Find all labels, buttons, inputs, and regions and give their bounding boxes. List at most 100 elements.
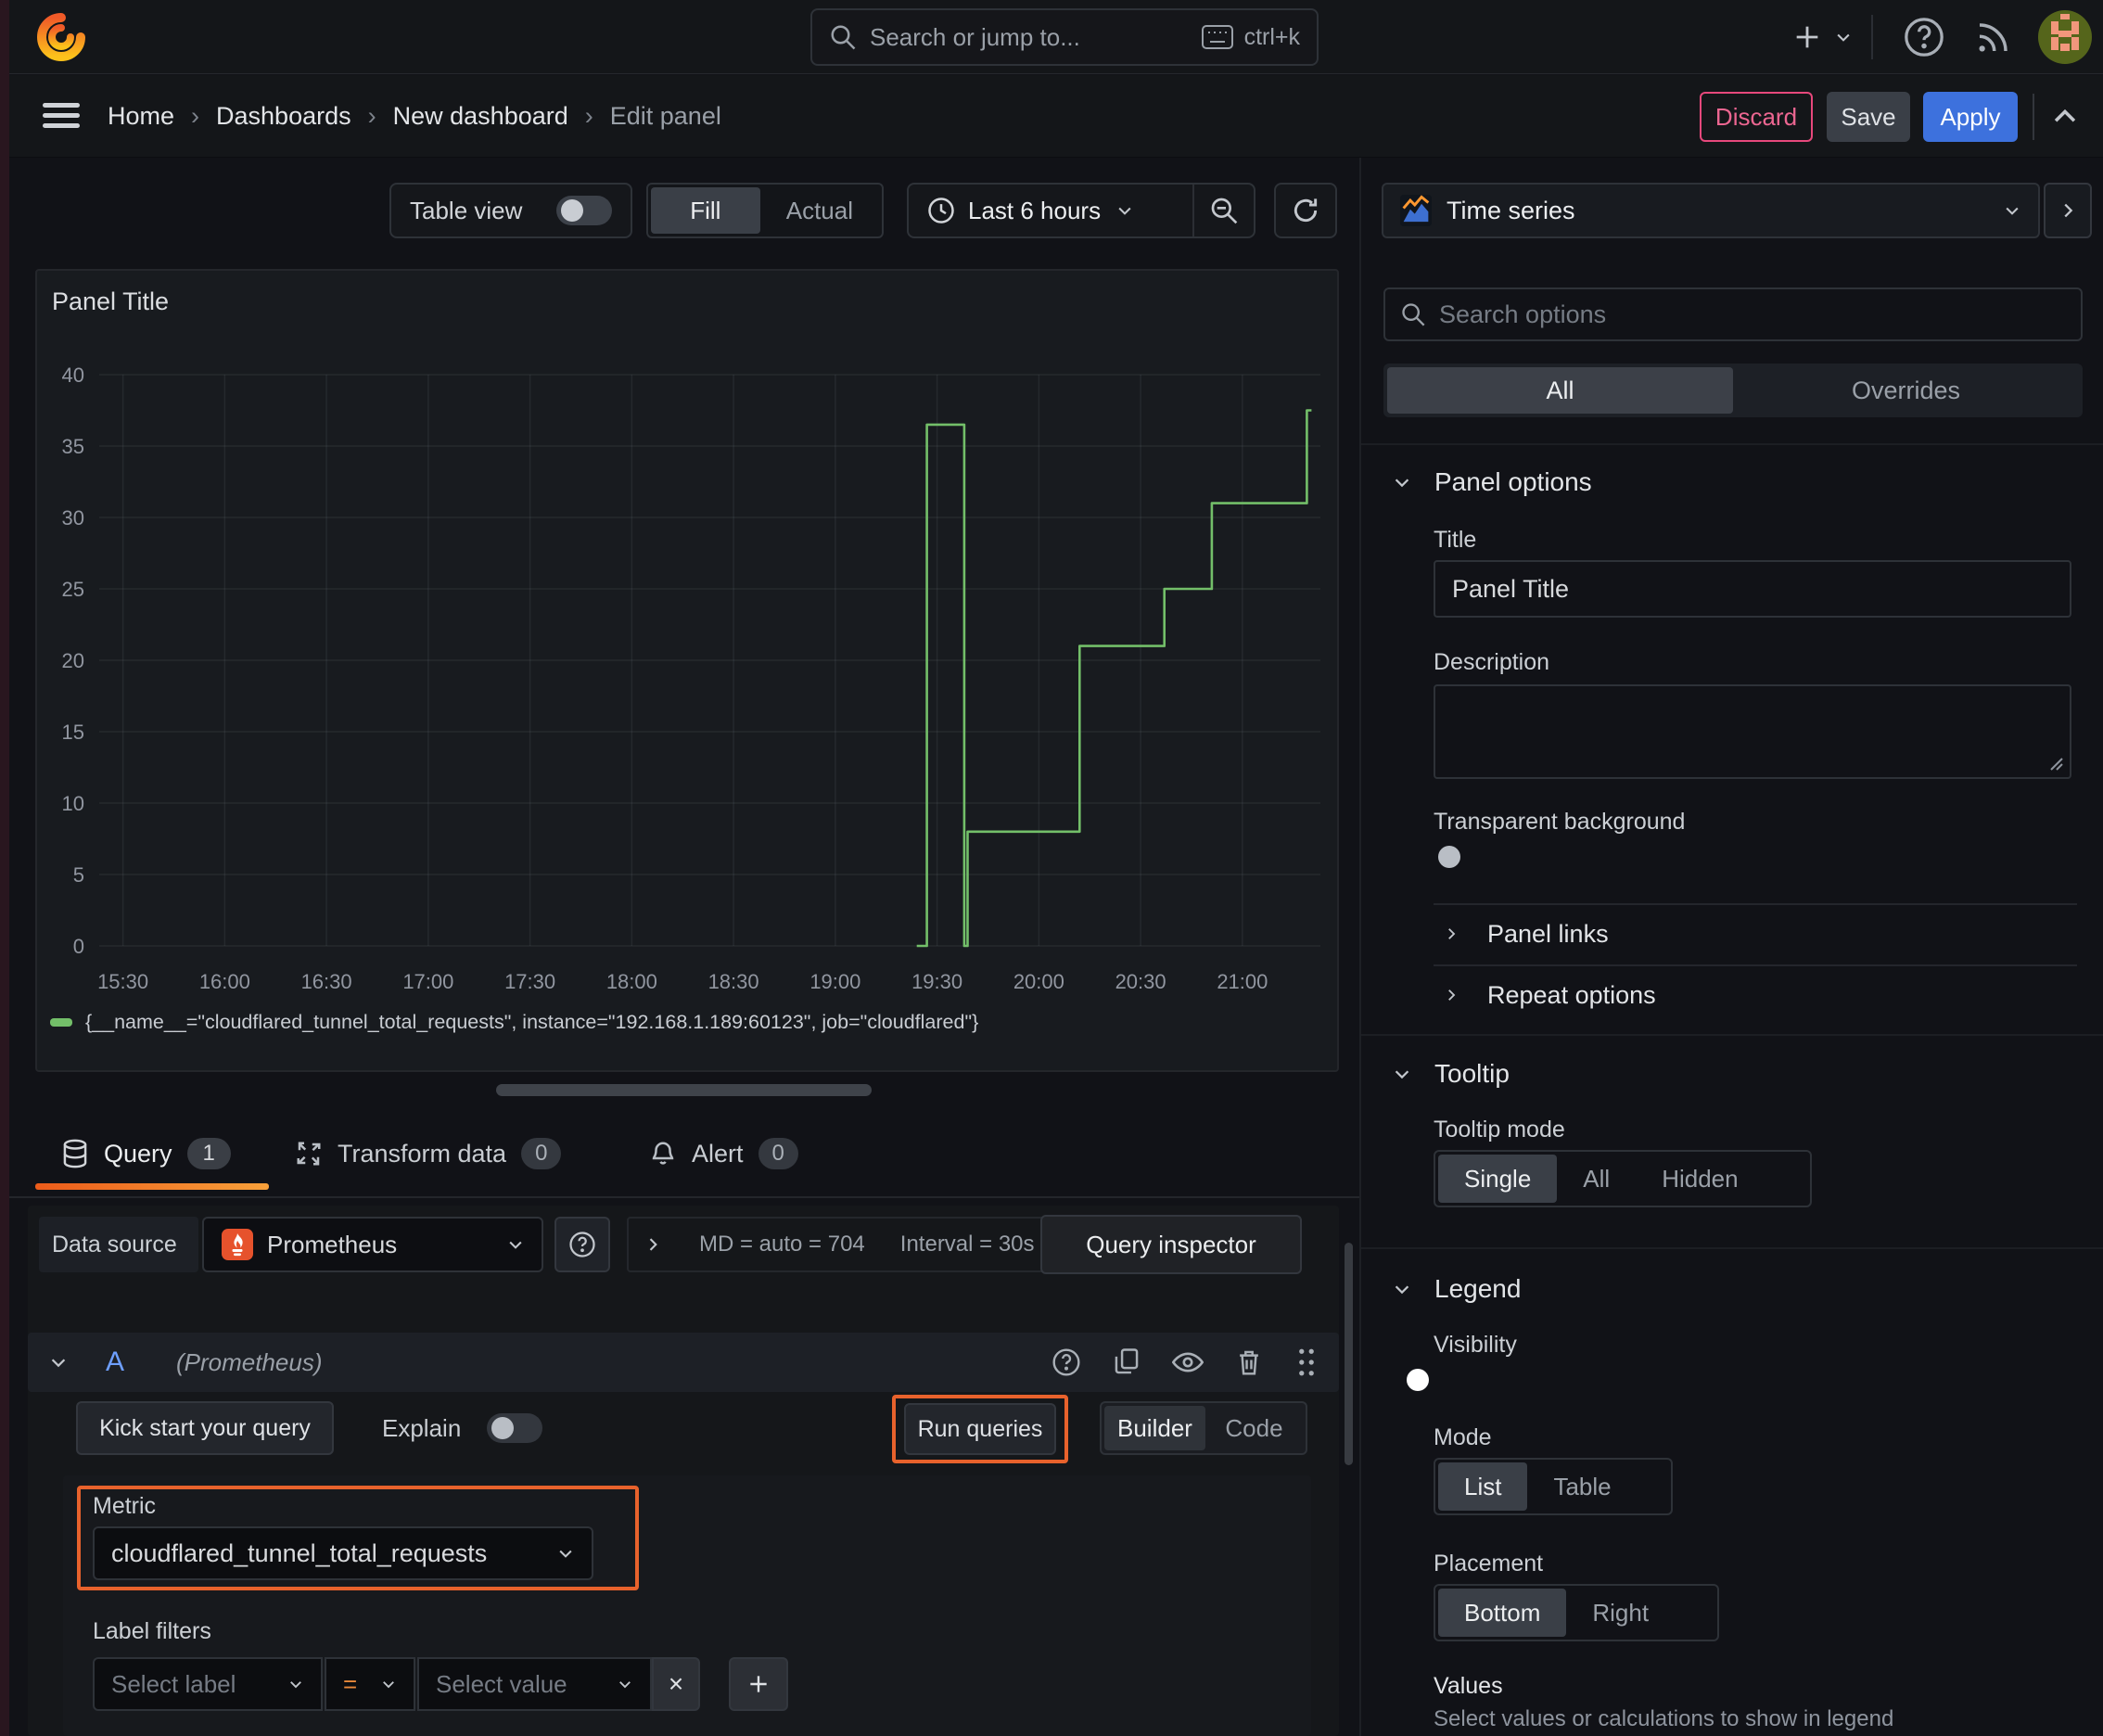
options-search-placeholder: Search options	[1439, 300, 1607, 328]
query-ref-id[interactable]: A	[106, 1347, 124, 1378]
chevron-right-icon	[1443, 925, 1459, 942]
zoom-out-icon[interactable]	[1194, 185, 1254, 236]
hide-query-eye-icon[interactable]	[1172, 1348, 1204, 1376]
refresh-button[interactable]	[1274, 183, 1337, 238]
tooltip-mode-segment: Single All Hidden	[1434, 1150, 1812, 1207]
legend-section-title: Legend	[1434, 1274, 1522, 1303]
chevron-down-icon[interactable]	[48, 1352, 69, 1372]
transform-icon	[295, 1140, 323, 1168]
select-value-placeholder: Select value	[436, 1669, 567, 1698]
chevron-right-icon	[1443, 987, 1459, 1003]
panel-links-collapse[interactable]: Panel links	[1443, 916, 1609, 951]
discard-button[interactable]: Discard	[1700, 92, 1813, 142]
breadcrumb-home[interactable]: Home	[108, 102, 174, 131]
query-row-header[interactable]: A (Prometheus)	[28, 1333, 1339, 1392]
svg-text:20:00: 20:00	[1013, 970, 1064, 993]
apply-button[interactable]: Apply	[1923, 92, 2018, 142]
top-bar: Search or jump to... ctrl+k	[0, 0, 2103, 74]
svg-text:40: 40	[62, 364, 84, 387]
table-view-control: Table view	[389, 183, 632, 238]
datasource-picker[interactable]: Prometheus	[202, 1217, 543, 1272]
svg-text:17:00: 17:00	[402, 970, 453, 993]
fill-option[interactable]: Fill	[651, 187, 760, 234]
table-view-toggle[interactable]	[556, 196, 612, 225]
user-avatar[interactable]	[2038, 10, 2092, 64]
help-icon[interactable]	[1903, 16, 1945, 58]
clock-icon	[927, 197, 955, 224]
repeat-options-label: Repeat options	[1487, 980, 1656, 1009]
tooltip-mode-all[interactable]: All	[1557, 1155, 1636, 1203]
legend-mode-table[interactable]: Table	[1527, 1462, 1637, 1511]
filter-tab-all[interactable]: All	[1387, 367, 1733, 414]
remove-filter-button[interactable]: ×	[652, 1657, 700, 1711]
kick-start-query-button[interactable]: Kick start your query	[76, 1401, 334, 1455]
label-filter-label-select[interactable]: Select label	[93, 1657, 323, 1711]
legend-series-label[interactable]: {__name__="cloudflared_tunnel_total_requ…	[85, 1011, 978, 1034]
time-series-chart[interactable]: 0 5 10 15 20 25 30 35 40 15:30 16:00 16:30 17:00 17:3…	[37, 271, 1337, 1003]
repeat-options-collapse[interactable]: Repeat options	[1443, 977, 1656, 1013]
time-range-label: Last 6 hours	[968, 196, 1102, 224]
pane-separator	[1359, 158, 1361, 1736]
label-filter-operator-select[interactable]: =	[325, 1657, 415, 1711]
breadcrumb-new-dashboard[interactable]: New dashboard	[393, 102, 568, 131]
search-placeholder: Search or jump to...	[870, 22, 1080, 51]
select-label-placeholder: Select label	[111, 1669, 236, 1698]
label-filter-value-select[interactable]: Select value	[417, 1657, 652, 1711]
datasource-help-button[interactable]	[554, 1217, 610, 1272]
scrollbar-thumb[interactable]	[1345, 1243, 1353, 1465]
svg-text:21:00: 21:00	[1217, 970, 1268, 993]
legend-mode-list[interactable]: List	[1438, 1462, 1528, 1511]
new-menu-button[interactable]	[1791, 17, 1853, 57]
panel-options-header[interactable]: Panel options	[1392, 464, 1592, 501]
hamburger-menu-icon[interactable]	[41, 97, 82, 134]
grafana-logo-icon[interactable]	[35, 11, 87, 63]
explain-toggle[interactable]	[487, 1413, 543, 1443]
plus-icon	[1791, 21, 1823, 53]
save-button[interactable]: Save	[1827, 92, 1910, 142]
tooltip-section-title: Tooltip	[1434, 1059, 1510, 1088]
tab-alert[interactable]: Alert 0	[649, 1124, 798, 1183]
legend-placement-bottom[interactable]: Bottom	[1438, 1589, 1567, 1637]
prometheus-icon	[221, 1228, 254, 1261]
explain-label: Explain	[382, 1413, 462, 1442]
delete-query-trash-icon[interactable]	[1235, 1347, 1263, 1377]
search-shortcut: ctrl+k	[1243, 23, 1300, 50]
sidebar-section-divider	[1361, 1247, 2103, 1249]
duplicate-query-icon[interactable]	[1113, 1347, 1141, 1377]
code-option[interactable]: Code	[1205, 1406, 1303, 1450]
legend-values-hint: Select values or calculations to show in…	[1434, 1706, 1894, 1731]
chart-legend[interactable]: {__name__="cloudflared_tunnel_total_requ…	[50, 1003, 978, 1040]
legend-section-header[interactable]: Legend	[1392, 1270, 1521, 1308]
tooltip-mode-single[interactable]: Single	[1438, 1155, 1558, 1203]
time-range-picker[interactable]: Last 6 hours	[909, 185, 1192, 236]
panel-title-input[interactable]: Panel Title	[1434, 560, 2071, 618]
resize-corner-icon[interactable]	[2047, 755, 2064, 772]
global-search[interactable]: Search or jump to... ctrl+k	[810, 8, 1319, 66]
options-search-input[interactable]: Search options	[1383, 287, 2083, 341]
tab-transform[interactable]: Transform data 0	[295, 1124, 562, 1183]
run-queries-button[interactable]: Run queries	[904, 1403, 1056, 1455]
builder-option[interactable]: Builder	[1104, 1406, 1205, 1450]
news-rss-icon[interactable]	[1973, 19, 2012, 57]
query-inspector-button[interactable]: Query inspector	[1040, 1215, 1302, 1274]
query-help-icon[interactable]	[1052, 1347, 1081, 1377]
drag-handle-icon[interactable]	[1294, 1347, 1319, 1378]
toggle-viz-picker-button[interactable]	[2044, 183, 2092, 238]
tab-query[interactable]: Query 1	[61, 1124, 231, 1183]
query-options-bar[interactable]: MD = auto = 704 Interval = 30s	[627, 1217, 1063, 1272]
add-filter-button[interactable]	[729, 1657, 788, 1711]
actual-option[interactable]: Actual	[760, 187, 879, 234]
metric-field-label: Metric	[93, 1493, 157, 1519]
panel-resize-handle[interactable]	[496, 1084, 872, 1096]
metric-select[interactable]: cloudflared_tunnel_total_requests	[93, 1526, 593, 1580]
tooltip-mode-hidden[interactable]: Hidden	[1636, 1155, 1764, 1203]
collapse-panel-chevron-up-icon[interactable]	[2049, 101, 2081, 133]
breadcrumb-dashboards[interactable]: Dashboards	[216, 102, 351, 131]
visualization-picker[interactable]: Time series	[1382, 183, 2040, 238]
description-textarea[interactable]	[1434, 684, 2071, 779]
legend-swatch	[50, 1017, 72, 1027]
tooltip-section-header[interactable]: Tooltip	[1392, 1055, 1510, 1092]
fill-actual-segment: Fill Actual	[646, 183, 884, 238]
filter-tab-overrides[interactable]: Overrides	[1733, 367, 2079, 414]
legend-placement-right[interactable]: Right	[1566, 1589, 1675, 1637]
